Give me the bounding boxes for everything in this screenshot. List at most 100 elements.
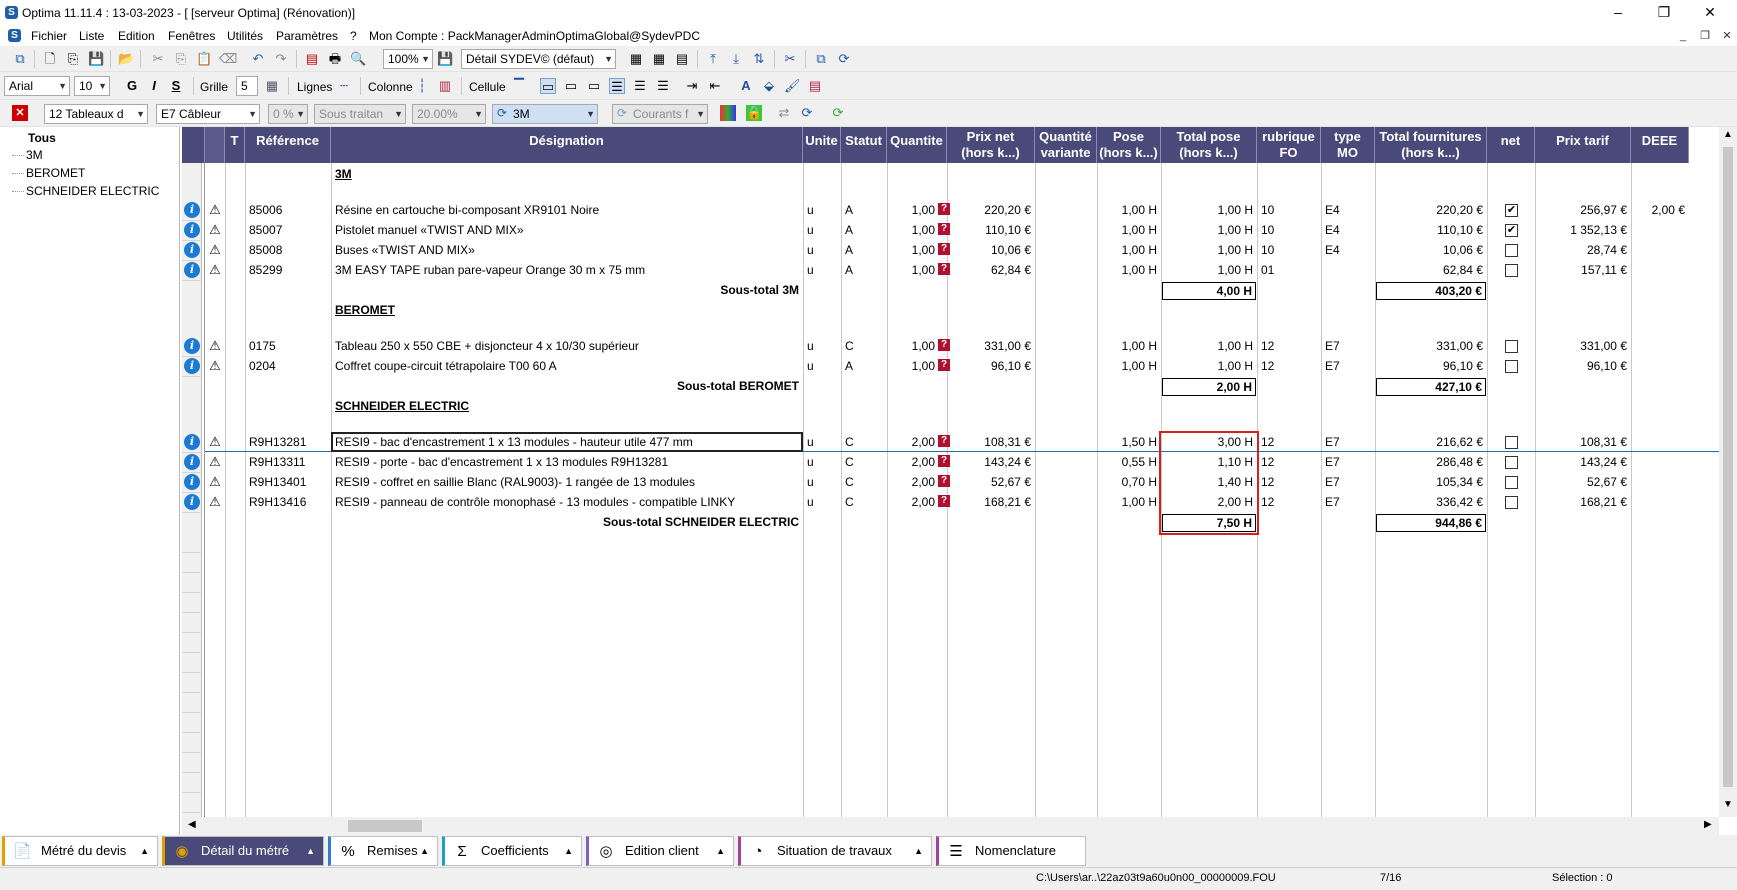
row-header-cell[interactable] <box>182 241 202 261</box>
print-icon[interactable]: 🖶 <box>327 51 343 67</box>
price-unknown-icon[interactable]: ? <box>938 223 950 235</box>
cableur-select[interactable]: E7 Câbleur ▼ <box>156 104 260 124</box>
tva-select[interactable]: 20.00% ▼ <box>412 104 486 124</box>
refresh-supplier-icon[interactable]: ⟳ <box>799 105 815 121</box>
row-header-cell[interactable] <box>182 221 202 241</box>
copy-doc-icon[interactable]: ⎘ <box>65 51 81 67</box>
lock-icon[interactable]: 🔒 <box>746 105 762 121</box>
view-option-2-icon[interactable]: ▦ <box>651 51 667 67</box>
column-header-t[interactable]: T <box>225 127 245 163</box>
price-unknown-icon[interactable]: ? <box>938 263 950 275</box>
net-checkbox[interactable] <box>1505 360 1518 373</box>
cut-icon[interactable]: ✂ <box>150 51 166 67</box>
column-header-rubfo[interactable]: rubrique FO <box>1257 127 1321 163</box>
outdent-icon[interactable]: ⇤ <box>707 78 723 94</box>
net-checkbox[interactable] <box>1505 436 1518 449</box>
percent-select[interactable]: 0 % ▼ <box>268 104 308 124</box>
price-unknown-icon[interactable]: ? <box>938 435 950 447</box>
windows-icon[interactable]: ⧉ <box>12 51 28 67</box>
tab-coefficients[interactable]: Σ Coefficients ▲ <box>442 836 582 866</box>
net-checkbox[interactable] <box>1505 244 1518 257</box>
tree-item-3m[interactable]: 3M <box>26 148 43 162</box>
column-header-pose[interactable]: Pose (hors k...) <box>1097 127 1161 163</box>
warning-icon[interactable]: ⚠ <box>207 494 223 510</box>
tree-item-beromet[interactable]: BEROMET <box>26 166 85 180</box>
menu-edition[interactable]: Edition <box>118 29 155 43</box>
warning-icon[interactable]: ⚠ <box>207 242 223 258</box>
price-unknown-icon[interactable]: ? <box>938 455 950 467</box>
menu-utilites[interactable]: Utilités <box>227 29 263 43</box>
menu-fichier[interactable]: Fichier <box>31 29 67 43</box>
save-view-icon[interactable]: 💾 <box>437 51 453 67</box>
row-header-cell[interactable] <box>182 473 202 493</box>
column-header-totpose[interactable]: Total pose (hors k...) <box>1161 127 1257 163</box>
column-header-statut[interactable]: Statut <box>841 127 887 163</box>
row-header-cell[interactable] <box>182 453 202 473</box>
fill-color-icon[interactable]: ⬙ <box>761 78 777 94</box>
price-unknown-icon[interactable]: ? <box>938 339 950 351</box>
align-right-icon[interactable]: ☰ <box>655 78 671 94</box>
courants-select[interactable]: ⟳ Courants f ▼ <box>612 104 708 124</box>
update-icon[interactable]: ⟳ <box>830 105 846 121</box>
save-icon[interactable]: 💾 <box>88 51 104 67</box>
cell-style-icon[interactable]: ▔ <box>511 78 527 94</box>
warning-icon[interactable]: ⚠ <box>207 454 223 470</box>
tree-item-schneider[interactable]: SCHNEIDER ELECTRIC <box>26 184 159 198</box>
print-preview-icon[interactable]: 🔍 <box>350 51 366 67</box>
net-checkbox[interactable]: ✔ <box>1505 224 1518 237</box>
mdi-close-icon[interactable]: ✕ <box>1716 26 1737 46</box>
warning-icon[interactable]: ⚠ <box>207 358 223 374</box>
move-updown-icon[interactable]: ⇅ <box>751 51 767 67</box>
maximize-icon[interactable]: ❐ <box>1641 0 1687 26</box>
row-header-cell[interactable] <box>182 201 202 221</box>
sync-icon[interactable]: ⟳ <box>836 51 852 67</box>
menu-help[interactable]: ? <box>350 29 357 43</box>
tab-metre-devis[interactable]: 📄 Métré du devis ▲ <box>2 836 158 866</box>
indent-icon[interactable]: ⇥ <box>684 78 700 94</box>
format-brush-icon[interactable]: 🖌 <box>784 78 801 94</box>
mdi-app-icon[interactable]: S <box>8 29 21 42</box>
supplier-select[interactable]: ⟳ 3M ▼ <box>492 104 598 124</box>
font-size-select[interactable]: 10 ▼ <box>74 76 110 96</box>
transfer-icon[interactable]: ⇄ <box>776 105 792 121</box>
view-option-3-icon[interactable]: ▤ <box>674 51 690 67</box>
net-checkbox[interactable] <box>1505 340 1518 353</box>
zoom-select[interactable]: 100% ▼ <box>383 49 433 69</box>
scroll-up-icon[interactable]: ▲ <box>1723 129 1733 140</box>
net-checkbox[interactable] <box>1505 264 1518 277</box>
price-unknown-icon[interactable]: ? <box>938 495 950 507</box>
menu-mon-compte[interactable]: Mon Compte : PackManagerAdminOptimaGloba… <box>369 29 700 43</box>
mdi-restore-icon[interactable]: ❐ <box>1694 26 1716 46</box>
tab-nomenclature[interactable]: ☰ Nomenclature <box>936 836 1086 866</box>
font-color-icon[interactable]: A <box>738 78 754 94</box>
price-unknown-icon[interactable]: ? <box>938 359 950 371</box>
close-window-icon[interactable]: ✕ <box>1687 0 1733 26</box>
row-header-cell[interactable] <box>182 433 202 453</box>
delete-icon[interactable]: ⌫ <box>219 51 237 67</box>
scroll-right-icon[interactable]: ▶ <box>1704 819 1712 830</box>
border-top-icon[interactable]: ▭ <box>540 78 556 94</box>
row-header-cell[interactable] <box>182 261 202 281</box>
border-bottom-icon[interactable]: ▭ <box>586 78 602 94</box>
paste-icon[interactable]: 📋 <box>196 51 212 67</box>
column-header-unite[interactable]: Unite <box>803 127 841 163</box>
open-folder-icon[interactable]: 📂 <box>118 51 134 67</box>
pdf-icon[interactable]: ▤ <box>304 51 320 67</box>
line-style-icon[interactable]: ┄ <box>336 78 352 94</box>
underline-icon[interactable]: S <box>168 78 184 94</box>
column-header-qtevar[interactable]: Quantité variante <box>1035 127 1097 163</box>
border-mid-icon[interactable]: ▭ <box>563 78 579 94</box>
horizontal-scrollbar[interactable]: ◀ ▶ <box>182 817 1719 835</box>
mdi-minimize-icon[interactable]: _ <box>1672 26 1694 46</box>
grille-input[interactable]: 5 <box>236 76 258 96</box>
row-header-cell[interactable] <box>182 337 202 357</box>
clear-format-icon[interactable]: ▤ <box>807 78 823 94</box>
warning-icon[interactable]: ⚠ <box>207 338 223 354</box>
font-select[interactable]: Arial ▼ <box>4 76 70 96</box>
column-header-net[interactable]: net <box>1487 127 1535 163</box>
net-checkbox[interactable]: ✔ <box>1505 204 1518 217</box>
menu-fenetres[interactable]: Fenêtres <box>168 29 215 43</box>
scroll-thumb[interactable] <box>348 820 422 832</box>
column-header-deee[interactable]: DEEE <box>1631 127 1689 163</box>
tableaux-select[interactable]: 12 Tableaux d ▼ <box>44 104 148 124</box>
